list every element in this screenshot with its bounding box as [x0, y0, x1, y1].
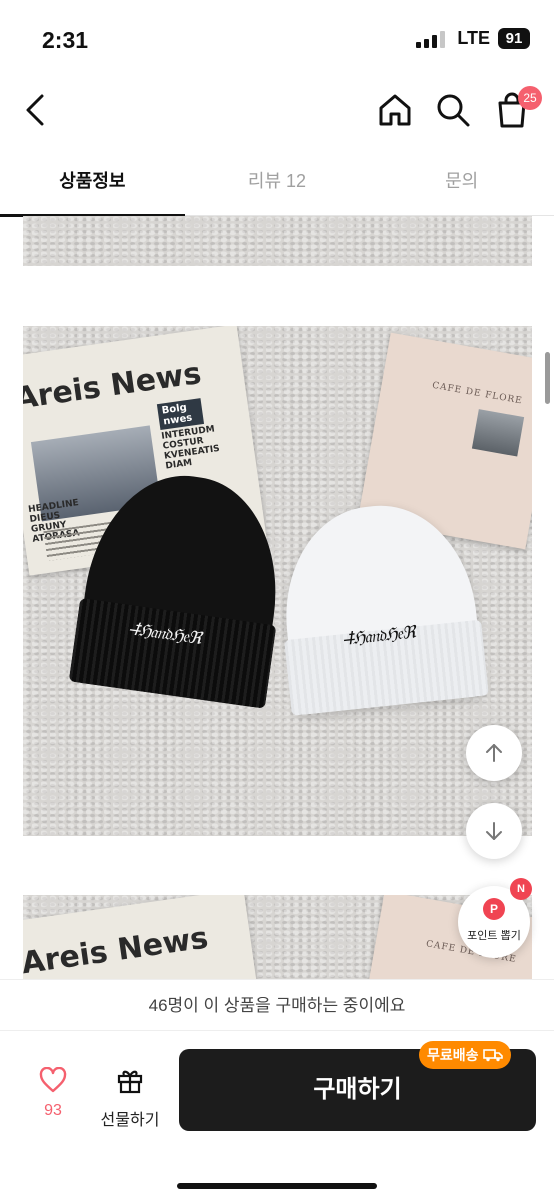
product-image-beanies: Areis News Bolg nwes INTERUDM COSTUR KVE…	[23, 326, 532, 836]
product-tabs: 상품정보 리뷰 12 문의	[0, 150, 554, 217]
like-button[interactable]: 93	[30, 1066, 76, 1120]
home-indicator	[177, 1183, 377, 1189]
home-icon[interactable]	[375, 90, 415, 130]
scrollbar-thumb[interactable]	[545, 352, 550, 404]
newspaper-headline-2: Areis News	[23, 920, 211, 982]
product-image-top-partial	[23, 216, 532, 266]
newspaper-prop-2: Areis News	[23, 895, 261, 985]
top-navigation	[0, 80, 554, 142]
search-icon[interactable]	[433, 90, 473, 130]
arrow-down-icon	[486, 822, 502, 840]
truck-icon	[482, 1049, 503, 1062]
gift-label: 선물하기	[100, 1112, 160, 1129]
buying-now-notice: 46명이 이 상품을 구매하는 중이에요	[0, 979, 554, 1031]
tab-product-info[interactable]: 상품정보	[0, 150, 185, 217]
tab-inquiry[interactable]: 문의	[369, 150, 554, 215]
heart-icon	[39, 1066, 67, 1093]
tab-reviews[interactable]: 리뷰 12	[185, 150, 370, 215]
points-icon: P	[483, 898, 505, 920]
book-title: CAFE DE FLORE	[431, 380, 524, 407]
new-badge: N	[510, 878, 532, 900]
scroll-down-button[interactable]	[466, 803, 522, 859]
book-photo	[471, 409, 525, 457]
back-arrow-icon[interactable]	[20, 90, 56, 130]
newspaper-box: Bolg nwes	[156, 398, 205, 430]
arrow-up-icon	[486, 744, 502, 762]
gift-icon	[117, 1070, 143, 1094]
gift-button[interactable]: 선물하기	[96, 1065, 164, 1130]
battery-indicator: 91	[498, 28, 530, 49]
black-beanie-cuff	[68, 598, 277, 709]
product-image-next-partial: Areis News CAFE DE FLORE	[23, 895, 532, 985]
free-shipping-badge: 무료배송	[419, 1041, 511, 1069]
newspaper-column: INTERUDM COSTUR KVENEATIS DIAM	[160, 424, 221, 472]
points-draw-label: 포인트 뽑기	[467, 930, 521, 942]
signal-icon	[416, 30, 446, 48]
cart-count-badge: 25	[518, 86, 542, 110]
network-type: LTE	[457, 28, 490, 48]
free-shipping-label: 무료배송	[427, 1047, 479, 1063]
like-count: 93	[44, 1102, 62, 1119]
status-time: 2:31	[42, 27, 89, 53]
status-bar: 2:31 LTE 91	[0, 0, 554, 80]
scroll-up-button[interactable]	[466, 725, 522, 781]
